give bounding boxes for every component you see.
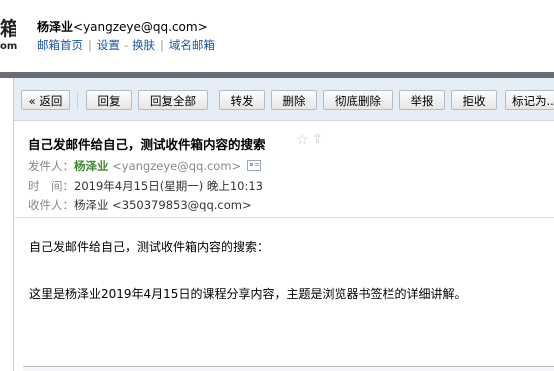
time-value: 2019年4月15日(星期一) 晚上10:13 xyxy=(74,179,263,193)
reply-all-button[interactable]: 回复全部 xyxy=(138,90,208,110)
mail-time-row: 时 间：2019年4月15日(星期一) 晚上10:13 xyxy=(28,178,263,194)
mail-frame: « 返回 回复 回复全部 转发 删除 彻底删除 举报 拒收 标记为... 自己发… xyxy=(13,78,554,371)
link-skin[interactable]: 换肤 xyxy=(132,38,155,52)
header-links: 邮箱首页 | 设置 - 换肤 | 域名邮箱 xyxy=(37,37,215,53)
to-label: 收件人： xyxy=(28,198,74,212)
recipient[interactable]: 杨泽业 <350379853@qq.com> xyxy=(74,198,252,212)
link-domain-mail[interactable]: 域名邮箱 xyxy=(169,38,215,52)
divider: - xyxy=(123,38,129,52)
sender-email: <yangzeye@qq.com> xyxy=(112,159,242,173)
link-mail-home[interactable]: 邮箱首页 xyxy=(37,38,83,52)
contact-card-icon[interactable] xyxy=(247,160,262,171)
mail-from-row: 发件人：杨泽业 <yangzeye@qq.com> xyxy=(28,158,262,174)
mark-as-button[interactable]: 标记为... xyxy=(505,90,554,110)
divider: | xyxy=(88,38,92,52)
mail-body-line: 自己发邮件给自己，测试收件箱内容的搜索： xyxy=(29,240,270,254)
delete-permanently-button[interactable]: 彻底删除 xyxy=(323,90,393,110)
report-button[interactable]: 举报 xyxy=(399,90,445,110)
forward-button[interactable]: 转发 xyxy=(219,90,265,110)
reply-button[interactable]: 回复 xyxy=(86,90,132,110)
from-label: 发件人： xyxy=(28,159,74,173)
mail-to-row: 收件人：杨泽业 <350379853@qq.com> xyxy=(28,197,252,213)
link-settings[interactable]: 设置 xyxy=(97,38,120,52)
sender-name[interactable]: 杨泽业 xyxy=(74,159,109,173)
header-divider xyxy=(13,217,554,218)
logo-partial-sub: om xyxy=(0,41,18,52)
user-identity: 杨泽业<yangzeye@qq.com> xyxy=(37,18,208,35)
user-email: <yangzeye@qq.com> xyxy=(73,20,208,34)
mail-read-header: 自己发邮件给自己，测试收件箱内容的搜索 ☆ ⇧ 发件人：杨泽业 <yangzey… xyxy=(14,121,554,295)
top-header: 箱 om 杨泽业<yangzeye@qq.com> 邮箱首页 | 设置 - 换肤 | 域名邮… xyxy=(0,0,554,72)
reject-button[interactable]: 拒收 xyxy=(451,90,497,110)
reply-box[interactable] xyxy=(23,367,554,371)
share-arrow-icon[interactable]: ⇧ xyxy=(312,132,323,147)
star-outline-icon[interactable]: ☆ xyxy=(296,132,309,148)
delete-button[interactable]: 删除 xyxy=(271,90,317,110)
mail-toolbar: « 返回 回复 回复全部 转发 删除 彻底删除 举报 拒收 标记为... xyxy=(14,78,554,121)
logo-partial: 箱 xyxy=(0,18,16,40)
mail-subject: 自己发邮件给自己，测试收件箱内容的搜索 xyxy=(28,137,266,152)
toolbar-divider xyxy=(77,92,78,109)
time-label: 时 间： xyxy=(28,179,74,193)
back-button[interactable]: « 返回 xyxy=(21,90,70,110)
mail-body-line: 这里是杨泽业2019年4月15日的课程分享内容，主题是浏览器书签栏的详细讲解。 xyxy=(29,287,467,301)
user-name: 杨泽业 xyxy=(37,20,74,34)
divider: | xyxy=(160,38,164,52)
